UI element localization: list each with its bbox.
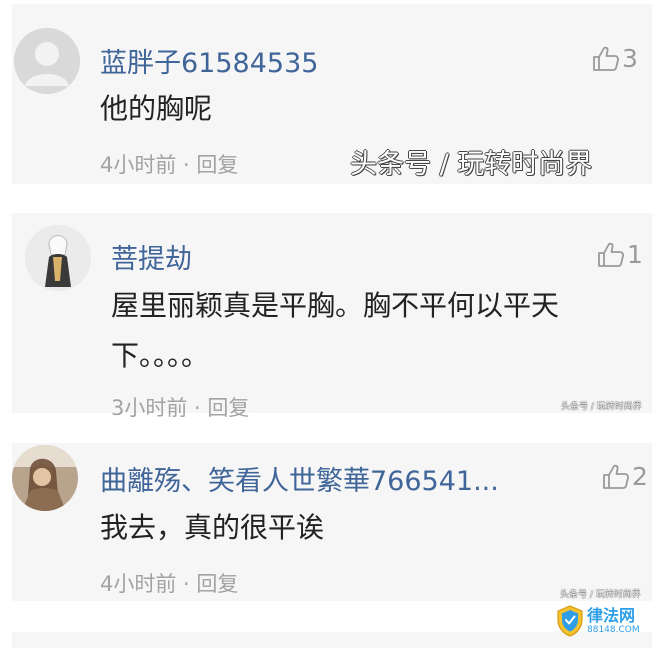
like-count: 1 <box>627 240 643 269</box>
comment-meta[interactable]: 4小时前 · 回复 <box>100 149 238 179</box>
avatar-photo-icon <box>25 225 91 291</box>
comment-text: 他的胸呢 <box>100 92 213 125</box>
comment-username[interactable]: 菩提劫 <box>111 237 192 276</box>
like-count: 2 <box>632 462 648 491</box>
comment-list: 蓝胖子61584535 他的胸呢 4小时前 · 回复 3 头条号 / 玩转时尚界… <box>0 0 661 648</box>
like-count: 3 <box>622 44 638 73</box>
comment-meta[interactable]: 4小时前 · 回复 <box>100 568 238 598</box>
thumbs-up-icon <box>603 464 629 489</box>
logo-name: 律法网 <box>587 606 636 625</box>
comment-text: 屋里丽颖真是平胸。胸不平何以平天 <box>111 289 560 322</box>
shield-icon <box>557 605 583 637</box>
thumbs-up-icon <box>593 46 619 71</box>
comment-meta[interactable]: 3小时前 · 回复 <box>111 392 249 422</box>
comment-username[interactable]: 蓝胖子61584535 <box>100 41 318 80</box>
small-watermark: 头条号 / 玩转时尚界 <box>560 590 641 600</box>
comment-card: 曲離殇、笑看人世繁華766541... 我去，真的很平诶 4小时前 · 回复 2… <box>12 443 652 601</box>
avatar[interactable] <box>14 28 80 94</box>
logo-url: 88148.COM <box>587 625 640 635</box>
avatar[interactable] <box>12 445 78 511</box>
like-button[interactable]: 3 <box>592 44 638 73</box>
watermark: 头条号 / 玩转时尚界 <box>350 149 593 180</box>
like-button[interactable]: 2 <box>602 462 648 491</box>
comment-text: 我去，真的很平诶 <box>100 511 325 544</box>
avatar-photo-icon <box>12 445 78 511</box>
person-silhouette-icon <box>14 28 80 94</box>
avatar[interactable] <box>25 225 91 291</box>
small-watermark: 头条号 / 玩转时尚界 <box>561 402 642 412</box>
comment-card: 菩提劫 屋里丽颖真是平胸。胸不平何以平天 下。。。。 3小时前 · 回复 1 头… <box>12 213 652 420</box>
comment-text-continued: 下。。。。 <box>111 339 210 372</box>
like-button[interactable]: 1 <box>597 240 643 269</box>
thumbs-up-icon <box>598 242 624 267</box>
site-logo: 律法网 88148.COM <box>556 600 652 642</box>
comment-username[interactable]: 曲離殇、笑看人世繁華766541... <box>100 459 499 498</box>
comment-card: 蓝胖子61584535 他的胸呢 4小时前 · 回复 3 头条号 / 玩转时尚界 <box>12 4 652 184</box>
